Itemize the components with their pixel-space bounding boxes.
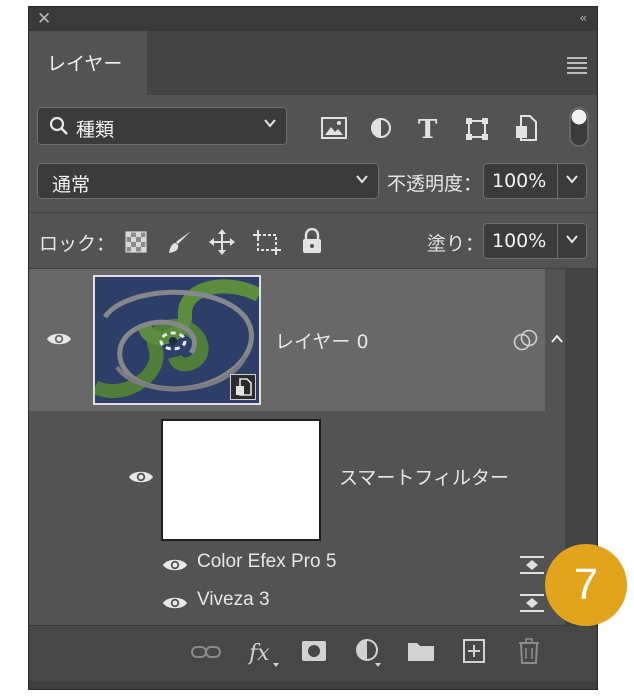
adjustment-layer-filter-icon[interactable] [370, 117, 392, 143]
smart-filter-indicator-icon [513, 329, 539, 355]
chevron-down-icon[interactable] [564, 171, 580, 191]
chevron-down-icon[interactable] [564, 231, 580, 251]
eye-icon[interactable] [46, 331, 72, 351]
blend-row: 通常 不透明度： 100% [29, 157, 597, 213]
chevron-down-icon [262, 115, 278, 135]
filter-toggle-switch[interactable] [569, 107, 589, 151]
trash-icon[interactable] [517, 638, 541, 668]
resize-grip[interactable] [29, 681, 597, 689]
opacity-value: 100% [492, 170, 547, 192]
panel-menu-icon[interactable] [567, 57, 587, 77]
fill-label: 塗り： [427, 233, 485, 255]
eye-icon[interactable] [162, 557, 188, 577]
svg-text:fx: fx [247, 641, 270, 666]
lock-image-pixels-icon[interactable] [167, 229, 193, 259]
collapse-icon[interactable]: ‹‹ [579, 11, 586, 25]
blending-options-icon[interactable] [519, 593, 545, 617]
lock-label: ロック： [39, 233, 116, 255]
lock-row: ロック： 塗り： 100% [29, 213, 597, 269]
blend-mode-select[interactable]: 通常 [37, 163, 379, 199]
smart-filter-mask-thumbnail[interactable] [161, 419, 321, 541]
filter-row: 種類 T [29, 95, 597, 157]
layers-panel: ✕ ‹‹ レイヤー 種類 T 通常 不透明度： 100% ロック： 塗り： 10… [28, 6, 598, 690]
fill-value: 100% [492, 230, 547, 252]
link-layers-icon[interactable] [191, 644, 221, 664]
chevron-down-icon [354, 171, 370, 191]
bottom-toolbar: fx [29, 625, 597, 682]
smart-object-filter-icon[interactable] [515, 115, 537, 145]
layer-row[interactable]: レイヤー 0 [29, 269, 563, 411]
opacity-label: 不透明度： [387, 173, 483, 195]
lock-position-icon[interactable] [209, 229, 235, 259]
panel-title-bar: ✕ ‹‹ [29, 7, 597, 31]
filter-item-name[interactable]: Color Efex Pro 5 [197, 551, 336, 573]
filter-item-name[interactable]: Viveza 3 [197, 589, 270, 611]
search-icon [48, 115, 70, 142]
tab-bar: レイヤー [29, 31, 597, 95]
lock-artboard-icon[interactable] [253, 229, 281, 259]
eye-icon[interactable] [162, 595, 188, 615]
blending-options-icon[interactable] [519, 555, 545, 579]
tab-layers[interactable]: レイヤー [29, 31, 147, 95]
close-icon[interactable]: ✕ [37, 9, 51, 29]
blend-mode-value: 通常 [52, 174, 91, 196]
step-number-badge: 7 [545, 544, 627, 626]
pixel-layer-filter-icon[interactable] [321, 117, 347, 143]
smart-filters-label[interactable]: スマートフィルター [339, 463, 509, 490]
chevron-up-icon[interactable] [550, 331, 564, 350]
kind-label: 種類 [76, 119, 115, 141]
eye-icon[interactable] [128, 469, 154, 489]
kind-filter-select[interactable]: 種類 [37, 107, 287, 145]
layer-name[interactable]: レイヤー 0 [275, 327, 369, 354]
add-mask-icon[interactable] [301, 640, 327, 666]
type-layer-filter-icon[interactable]: T [418, 115, 437, 145]
fx-icon[interactable]: fx [247, 638, 281, 672]
lock-all-icon[interactable] [301, 227, 323, 258]
layer-thumbnail[interactable] [93, 275, 261, 405]
shape-layer-filter-icon[interactable] [465, 117, 489, 145]
new-adjustment-layer-icon[interactable] [355, 638, 383, 672]
lock-transparent-pixels-icon[interactable] [125, 231, 147, 257]
fill-field[interactable]: 100% [483, 223, 587, 259]
smart-object-icon [230, 374, 256, 400]
new-layer-icon[interactable] [463, 639, 485, 667]
opacity-field[interactable]: 100% [483, 163, 587, 199]
new-group-folder-icon[interactable] [407, 640, 435, 666]
